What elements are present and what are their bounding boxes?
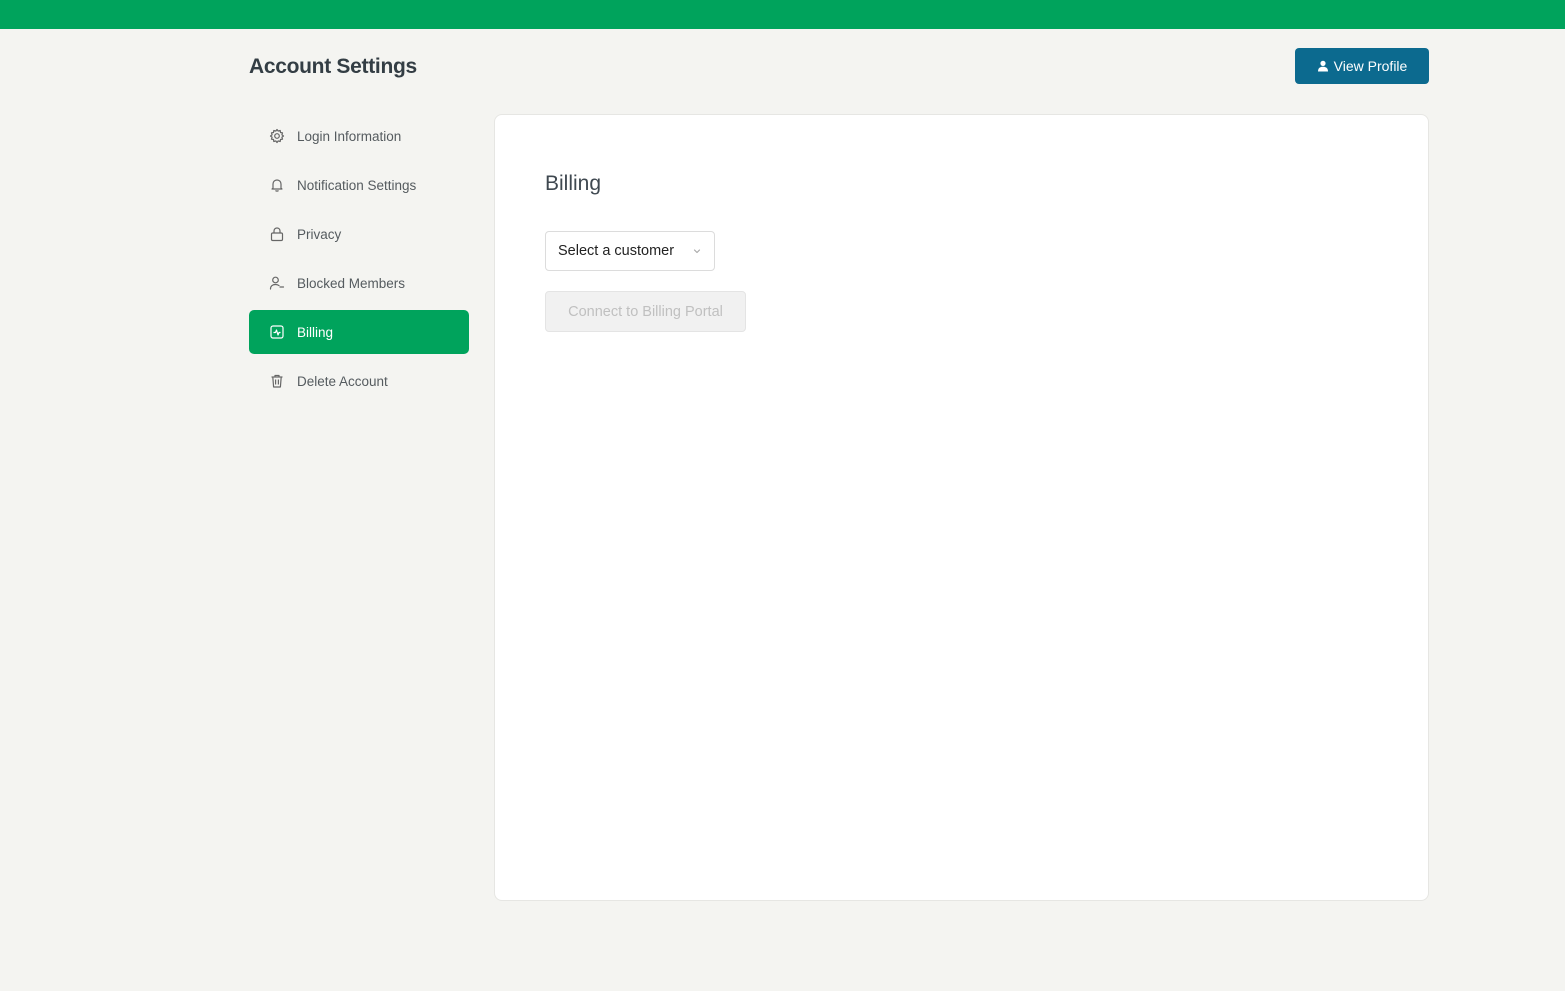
sidebar-item-billing[interactable]: Billing: [249, 310, 469, 354]
gear-icon: [269, 128, 285, 144]
sidebar-item-label: Billing: [297, 324, 334, 340]
user-blocked-icon: [269, 275, 285, 291]
lock-icon: [269, 226, 285, 242]
sidebar-item-login-information[interactable]: Login Information: [249, 114, 469, 158]
billing-icon: [269, 324, 285, 340]
sidebar-item-delete-account[interactable]: Delete Account: [249, 359, 469, 403]
page-title: Account Settings: [249, 55, 417, 78]
sidebar-item-label: Privacy: [297, 226, 342, 242]
chevron-down-icon: [692, 246, 702, 256]
sidebar-item-notification-settings[interactable]: Notification Settings: [249, 163, 469, 207]
user-icon: [1317, 60, 1329, 72]
sidebar-item-label: Blocked Members: [297, 275, 406, 291]
billing-panel: Billing Select a customer Connect to Bil…: [494, 114, 1429, 901]
sidebar-item-label: Notification Settings: [297, 177, 417, 193]
bell-icon: [269, 177, 285, 193]
customer-select[interactable]: Select a customer: [545, 231, 715, 271]
billing-title: Billing: [545, 172, 602, 195]
sidebar-item-label: Login Information: [297, 128, 402, 144]
sidebar-item-privacy[interactable]: Privacy: [249, 212, 469, 256]
view-profile-label: View Profile: [1333, 58, 1408, 74]
customer-select-value: Select a customer: [558, 243, 675, 259]
sidebar-item-blocked-members[interactable]: Blocked Members: [249, 261, 469, 305]
connect-billing-portal-button[interactable]: Connect to Billing Portal: [545, 291, 746, 332]
top-bar: [0, 0, 1565, 29]
settings-sidebar: Login Information Notification Settings …: [249, 114, 469, 408]
view-profile-button[interactable]: View Profile: [1295, 48, 1429, 84]
sidebar-item-label: Delete Account: [297, 373, 388, 389]
trash-icon: [269, 373, 285, 389]
